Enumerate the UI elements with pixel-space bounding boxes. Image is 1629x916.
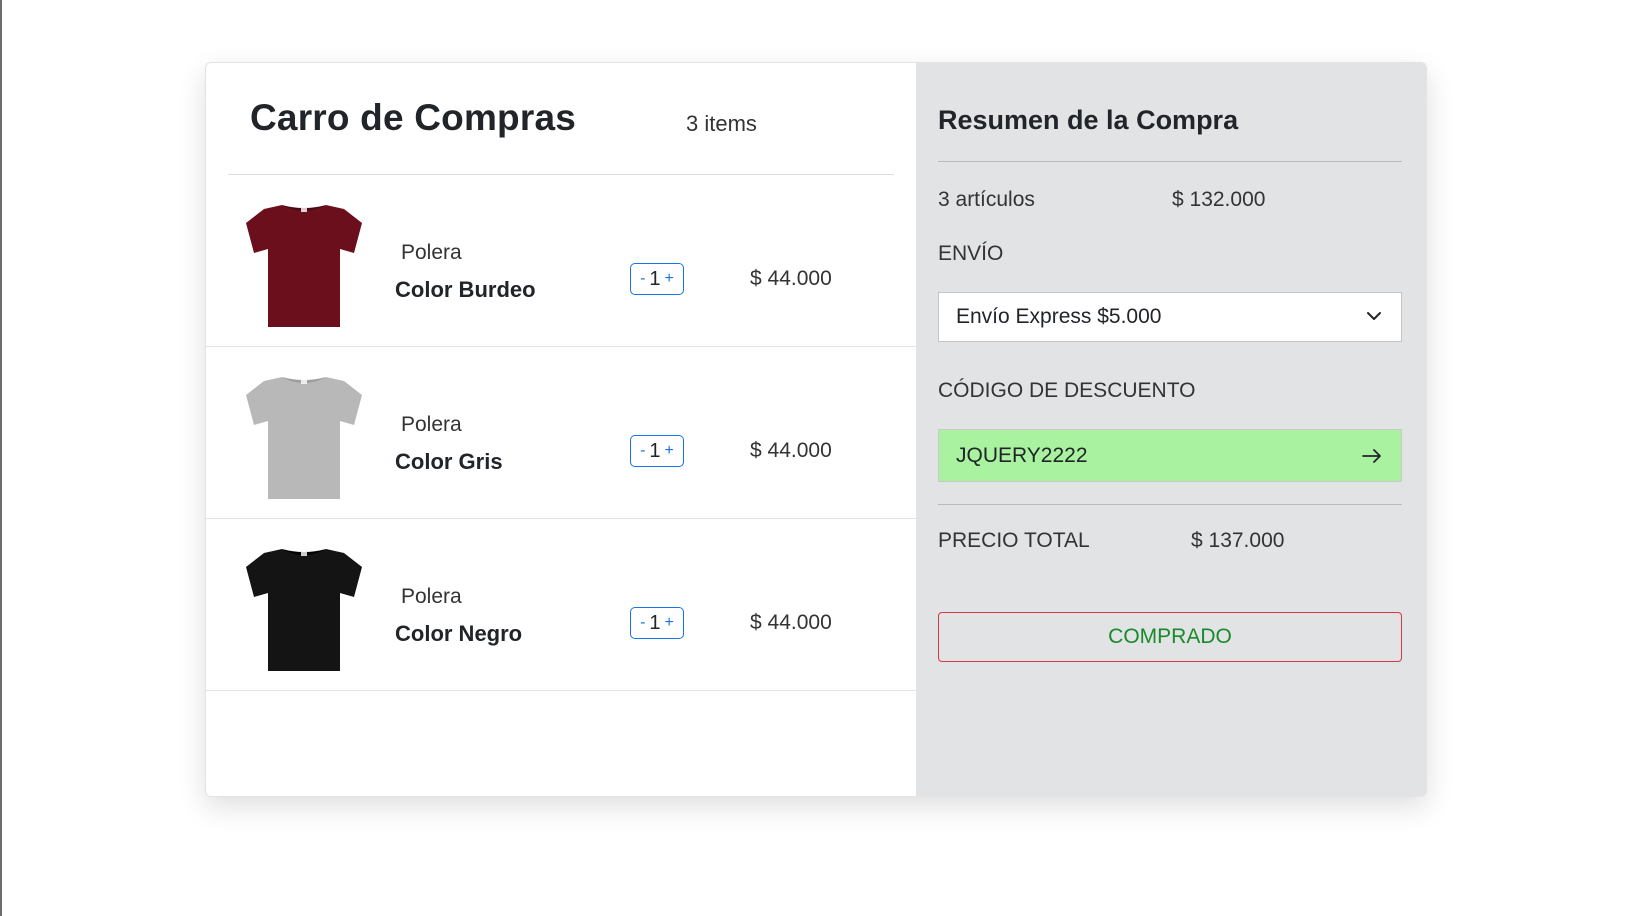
cart-item-burdeo: Polera Color Burdeo - 1 + $ 44.000: [206, 175, 916, 347]
quantity-stepper: - 1 +: [630, 263, 684, 295]
shipping-selected-value: Envío Express $5.000: [956, 305, 1162, 328]
quantity-value: 1: [649, 612, 661, 634]
tshirt-gris-image: [246, 377, 362, 499]
item-price: $ 44.000: [750, 611, 832, 634]
summary-title: Resumen de la Compra: [938, 105, 1239, 135]
summary-panel: Resumen de la Compra 3 artículos $ 132.0…: [916, 63, 1426, 796]
cart-title: Carro de Compras: [250, 97, 577, 138]
quantity-value: 1: [649, 268, 661, 290]
discount-label: CÓDIGO DE DESCUENTO: [938, 379, 1196, 402]
product-type: Polera: [401, 585, 462, 608]
decrement-button[interactable]: -: [640, 615, 645, 631]
total-divider: [938, 504, 1402, 505]
item-price: $ 44.000: [750, 439, 832, 462]
product-name: Color Gris: [395, 449, 503, 474]
quantity-value: 1: [649, 440, 661, 462]
summary-divider: [938, 161, 1402, 162]
discount-code-input[interactable]: JQUERY2222: [938, 429, 1402, 482]
decrement-button[interactable]: -: [640, 443, 645, 459]
summary-subtotal: $ 132.000: [1172, 188, 1266, 211]
total-label: PRECIO TOTAL: [938, 529, 1090, 552]
arrow-right-icon[interactable]: [1361, 446, 1383, 466]
product-name: Color Burdeo: [395, 277, 536, 302]
checkout-card: Carro de Compras 3 items Polera Color Bu…: [205, 62, 1427, 797]
total-value: $ 137.000: [1191, 529, 1285, 552]
product-type: Polera: [401, 241, 462, 264]
tshirt-negro-image: [246, 549, 362, 671]
tshirt-burdeo-image: [246, 205, 362, 327]
product-name: Color Negro: [395, 621, 523, 646]
cart-item-count: 3 items: [686, 111, 757, 136]
increment-button[interactable]: +: [665, 443, 674, 459]
product-type: Polera: [401, 413, 462, 436]
cart-item-gris: Polera Color Gris - 1 + $ 44.000: [206, 347, 916, 519]
increment-button[interactable]: +: [665, 615, 674, 631]
cart-item-negro: Polera Color Negro - 1 + $ 44.000: [206, 519, 916, 691]
quantity-stepper: - 1 +: [630, 607, 684, 639]
shipping-label: ENVÍO: [938, 242, 1004, 265]
summary-articles-count: 3 artículos: [938, 188, 1035, 211]
discount-code-value: JQUERY2222: [956, 443, 1088, 467]
decrement-button[interactable]: -: [640, 271, 645, 287]
item-price: $ 44.000: [750, 267, 832, 290]
increment-button[interactable]: +: [665, 271, 674, 287]
cart-panel: Carro de Compras 3 items Polera Color Bu…: [206, 63, 916, 796]
chevron-down-icon: [1367, 312, 1381, 320]
shipping-select[interactable]: Envío Express $5.000: [938, 292, 1402, 342]
buy-button[interactable]: COMPRADO: [938, 612, 1402, 662]
quantity-stepper: - 1 +: [630, 435, 684, 467]
